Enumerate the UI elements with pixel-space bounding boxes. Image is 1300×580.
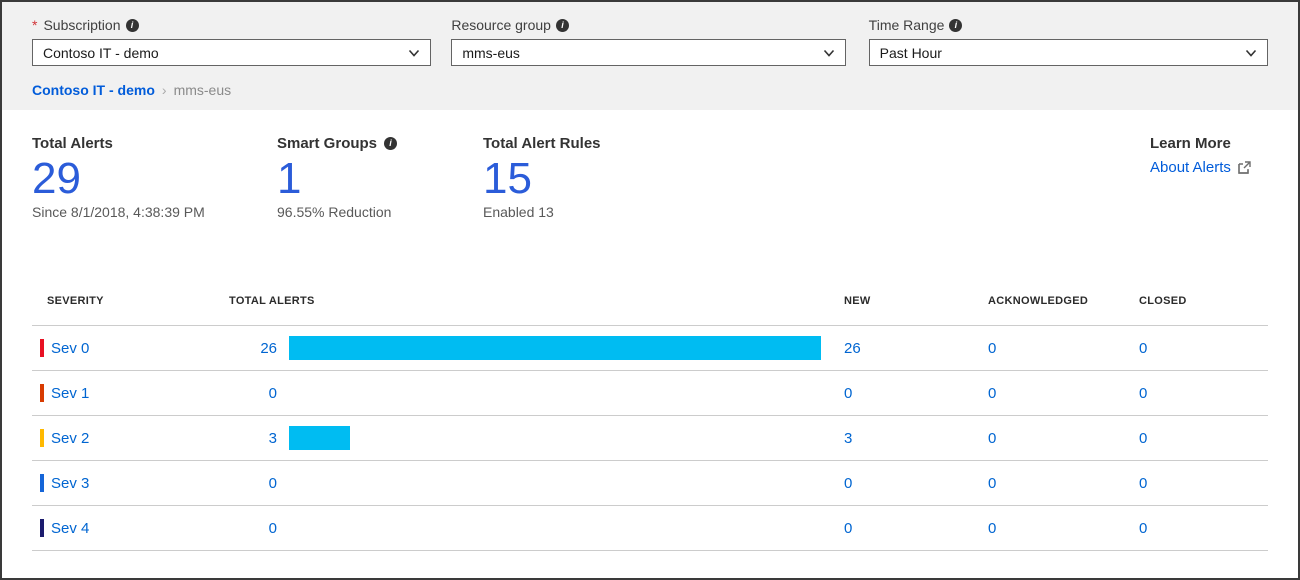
acknowledged-count[interactable]: 0 <box>988 475 1139 492</box>
time-range-label: Time Range i <box>869 15 1268 35</box>
subscription-label: * Subscription i <box>32 15 431 35</box>
time-range-dropdown[interactable]: Past Hour <box>869 39 1268 66</box>
breadcrumb-current: mms-eus <box>174 82 232 98</box>
chevron-down-icon <box>1245 47 1257 59</box>
total-alerts-count[interactable]: 3 <box>229 430 277 447</box>
total-alerts-bar <box>289 336 821 360</box>
info-icon[interactable]: i <box>556 19 569 32</box>
new-count[interactable]: 0 <box>844 385 988 402</box>
subscription-value: Contoso IT - demo <box>43 45 159 61</box>
closed-count[interactable]: 0 <box>1139 520 1268 537</box>
severity-color-chip <box>40 474 44 492</box>
resource-group-dropdown[interactable]: mms-eus <box>451 39 845 66</box>
new-count[interactable]: 0 <box>844 475 988 492</box>
total-alerts-count[interactable]: 0 <box>229 475 277 492</box>
header-new: NEW <box>844 290 988 307</box>
total-alerts-count[interactable]: 0 <box>229 385 277 402</box>
table-row-sev2: Sev 2 3 3 0 0 <box>32 416 1268 461</box>
total-alerts-bar <box>289 426 350 450</box>
learn-more-title: Learn More <box>1150 135 1268 152</box>
header-acknowledged: ACKNOWLEDGED <box>988 290 1139 307</box>
required-asterisk: * <box>32 17 37 33</box>
new-count[interactable]: 26 <box>844 340 988 357</box>
acknowledged-count[interactable]: 0 <box>988 340 1139 357</box>
chevron-down-icon <box>408 47 420 59</box>
table-row-sev1: Sev 1 0 0 0 0 <box>32 371 1268 416</box>
acknowledged-count[interactable]: 0 <box>988 430 1139 447</box>
time-range-field: Time Range i Past Hour <box>869 15 1268 66</box>
acknowledged-count[interactable]: 0 <box>988 520 1139 537</box>
smart-groups-subtext: 96.55% Reduction <box>277 204 483 220</box>
total-alerts-value: 29 <box>32 156 277 202</box>
smart-groups-stat: Smart Groups i 1 96.55% Reduction <box>277 134 483 220</box>
alert-rules-title: Total Alert Rules <box>483 134 1150 152</box>
total-alerts-title: Total Alerts <box>32 134 277 152</box>
table-header-row: SEVERITY TOTAL ALERTS NEW ACKNOWLEDGED C… <box>32 290 1268 326</box>
severity-link[interactable]: Sev 2 <box>51 430 89 447</box>
alert-rules-subtext: Enabled 13 <box>483 204 1150 220</box>
info-icon[interactable]: i <box>126 19 139 32</box>
smart-groups-title: Smart Groups i <box>277 134 483 152</box>
severity-link[interactable]: Sev 1 <box>51 385 89 402</box>
closed-count[interactable]: 0 <box>1139 340 1268 357</box>
closed-count[interactable]: 0 <box>1139 385 1268 402</box>
total-alerts-subtext: Since 8/1/2018, 4:38:39 PM <box>32 204 277 220</box>
total-alerts-count[interactable]: 0 <box>229 520 277 537</box>
severity-table: SEVERITY TOTAL ALERTS NEW ACKNOWLEDGED C… <box>32 290 1268 551</box>
table-row-sev0: Sev 0 26 26 0 0 <box>32 326 1268 371</box>
new-count[interactable]: 3 <box>844 430 988 447</box>
smart-groups-title-text: Smart Groups <box>277 135 377 152</box>
subscription-dropdown[interactable]: Contoso IT - demo <box>32 39 431 66</box>
closed-count[interactable]: 0 <box>1139 430 1268 447</box>
about-alerts-label: About Alerts <box>1150 159 1231 176</box>
closed-count[interactable]: 0 <box>1139 475 1268 492</box>
time-range-label-text: Time Range <box>869 17 945 33</box>
resource-group-label: Resource group i <box>451 15 845 35</box>
total-alerts-stat: Total Alerts 29 Since 8/1/2018, 4:38:39 … <box>32 134 277 220</box>
table-row-sev3: Sev 3 0 0 0 0 <box>32 461 1268 506</box>
table-row-sev4: Sev 4 0 0 0 0 <box>32 506 1268 551</box>
info-icon[interactable]: i <box>384 137 397 150</box>
resource-group-value: mms-eus <box>462 45 520 61</box>
total-alerts-count[interactable]: 26 <box>229 340 277 357</box>
time-range-value: Past Hour <box>880 45 942 61</box>
resource-group-field: Resource group i mms-eus <box>451 15 845 66</box>
new-count[interactable]: 0 <box>844 520 988 537</box>
header-severity: SEVERITY <box>32 290 229 307</box>
alert-rules-value: 15 <box>483 156 1150 202</box>
summary-stats: Total Alerts 29 Since 8/1/2018, 4:38:39 … <box>2 110 1298 220</box>
header-total-alerts: TOTAL ALERTS <box>229 290 844 307</box>
breadcrumb: Contoso IT - demo › mms-eus <box>32 82 1268 98</box>
alerts-page: * Subscription i Contoso IT - demo Resou… <box>0 0 1300 580</box>
chevron-down-icon <box>823 47 835 59</box>
alert-rules-stat: Total Alert Rules 15 Enabled 13 <box>483 134 1150 220</box>
external-link-icon <box>1237 160 1252 175</box>
severity-link[interactable]: Sev 0 <box>51 340 89 357</box>
breadcrumb-subscription-link[interactable]: Contoso IT - demo <box>32 82 155 98</box>
header-closed: CLOSED <box>1139 290 1268 307</box>
info-icon[interactable]: i <box>949 19 962 32</box>
severity-color-chip <box>40 519 44 537</box>
subscription-field: * Subscription i Contoso IT - demo <box>32 15 431 66</box>
severity-link[interactable]: Sev 3 <box>51 475 89 492</box>
severity-color-chip <box>40 429 44 447</box>
severity-color-chip <box>40 384 44 402</box>
severity-link[interactable]: Sev 4 <box>51 520 89 537</box>
acknowledged-count[interactable]: 0 <box>988 385 1139 402</box>
smart-groups-value: 1 <box>277 156 483 202</box>
resource-group-label-text: Resource group <box>451 17 551 33</box>
about-alerts-link[interactable]: About Alerts <box>1150 159 1268 176</box>
breadcrumb-separator: › <box>162 82 167 98</box>
severity-color-chip <box>40 339 44 357</box>
learn-more-block: Learn More About Alerts <box>1150 134 1268 220</box>
filter-bar: * Subscription i Contoso IT - demo Resou… <box>2 2 1298 110</box>
subscription-label-text: Subscription <box>43 17 120 33</box>
